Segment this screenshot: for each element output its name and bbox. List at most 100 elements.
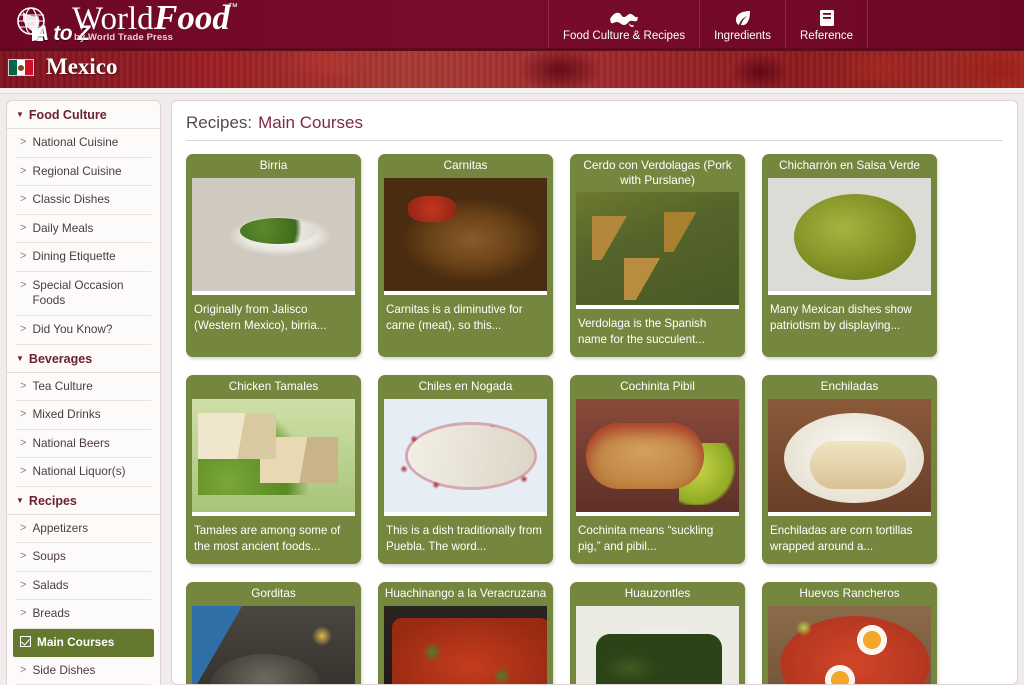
sidebar-item-label: Special Occasion Foods: [32, 277, 124, 308]
chevron-right-icon: >: [20, 607, 27, 620]
sidebar-item-national-beers[interactable]: > National Beers: [16, 430, 151, 459]
recipe-card-description: Carnitas is a diminutive for carne (meat…: [386, 302, 523, 332]
recipe-card[interactable]: Cerdo con Verdolagas (Pork with Purslane…: [570, 154, 745, 358]
sidebar-item-special-occasion-foods[interactable]: > Special Occasion Foods: [16, 272, 151, 316]
sidebar-item-label: National Beers: [32, 435, 110, 450]
chevron-right-icon: >: [20, 663, 27, 676]
recipe-card[interactable]: Chicharrón en Salsa Verde Many Mexican di…: [762, 154, 937, 358]
recipe-card-image: [576, 605, 739, 684]
sidebar-item-classic-dishes[interactable]: > Classic Dishes: [16, 186, 151, 215]
recipe-card[interactable]: HuauzontlesA gourmet dish often paid hom…: [570, 582, 745, 684]
page-body: ▼ Food Culture > National Cuisine > Regional …: [0, 94, 1024, 685]
sidebar-item-dining-etiquette[interactable]: > Dining Etiquette: [16, 243, 151, 272]
nav-tab-ingredients[interactable]: Ingredients: [699, 0, 785, 48]
sidebar-item-daily-meals[interactable]: > Daily Meals: [16, 215, 151, 244]
sidebar-item-main-courses[interactable]: Main Courses: [13, 629, 154, 657]
sidebar-item-did-you-know[interactable]: > Did You Know?: [16, 316, 151, 345]
sidebar-item-label: Side Dishes: [32, 662, 96, 677]
sidebar-item-side-dishes[interactable]: > Side Dishes: [16, 657, 151, 685]
chevron-right-icon: >: [20, 550, 27, 563]
recipe-card-title: Chiles en Nogada: [418, 379, 513, 394]
country-name: Mexico: [46, 54, 118, 79]
chevron-right-icon: >: [20, 436, 27, 449]
chevron-down-icon: ▼: [16, 353, 24, 363]
site-logo[interactable]: A to Z World Food ™ by World Trade Press: [6, 0, 238, 48]
sidebar-item-national-cuisine[interactable]: > National Cuisine: [16, 129, 151, 158]
sidebar-item-label: Appetizers: [32, 520, 89, 535]
recipe-card-title: Huevos Rancheros: [799, 586, 900, 601]
nav-tab-food-culture-recipes[interactable]: Food Culture & Recipes: [548, 0, 699, 48]
recipe-card-image: [192, 399, 355, 517]
checkbox-checked-icon: [20, 636, 31, 647]
sidebar-item-breads[interactable]: > Breads: [16, 600, 151, 629]
recipe-card[interactable]: Huachinango a la VeracruzanaVeracruz is …: [378, 582, 553, 684]
sidebar-item-label: Classic Dishes: [32, 192, 110, 207]
recipe-card-image: [192, 605, 355, 684]
chevron-right-icon: >: [20, 379, 27, 392]
chevron-right-icon: >: [20, 250, 27, 263]
chevron-right-icon: >: [20, 578, 27, 591]
chevron-down-icon: ▼: [16, 110, 24, 119]
recipe-card-image: [768, 177, 931, 295]
sidebar-section-beverages[interactable]: ▼ Beverages: [7, 344, 160, 373]
recipe-card-title: Gorditas: [251, 586, 296, 601]
sidebar-navigation: ▼ Food Culture > National Cuisine > Regional …: [6, 100, 161, 685]
recipe-card[interactable]: Chicken Tamales Tamales are among some of…: [186, 375, 361, 565]
sidebar-item-label: Mixed Drinks: [32, 407, 101, 422]
sidebar-item-mixed-drinks[interactable]: > Mixed Drinks: [16, 401, 151, 430]
recipe-card-description: Originally from Jalisco (Western Mexico)…: [194, 302, 327, 332]
sidebar-section-food-culture[interactable]: ▼ Food Culture: [7, 101, 160, 129]
sidebar-item-tea-culture[interactable]: > Tea Culture: [16, 373, 151, 402]
country-banner: Mexico: [0, 48, 1024, 88]
chevron-right-icon: >: [20, 465, 27, 478]
sidebar-section-label: Recipes: [28, 493, 77, 508]
sidebar-item-label: Regional Cuisine: [32, 163, 122, 178]
banner-texture: [0, 48, 1024, 88]
recipe-card-title: Enchiladas: [820, 379, 879, 394]
sidebar-item-label: National Liquor(s): [32, 464, 126, 479]
chevron-right-icon: >: [20, 193, 27, 206]
sidebar-item-label: Dining Etiquette: [32, 249, 116, 264]
logo-trademark-symbol: ™: [228, 2, 238, 13]
sidebar-section-label: Food Culture: [28, 108, 107, 122]
recipe-card[interactable]: Chiles en Nogada This is a dish tradition…: [378, 375, 553, 565]
recipe-card[interactable]: Carnitas Carnitas is a diminutive for car…: [378, 154, 553, 358]
sidebar-item-appetizers[interactable]: > Appetizers: [16, 515, 151, 544]
recipe-card-description: Many Mexican dishes show patriotism by d…: [770, 302, 912, 332]
recipe-card-title: Cerdo con Verdolagas (Pork with Purslane…: [583, 158, 732, 187]
sidebar-section-label: Beverages: [28, 351, 93, 366]
sidebar-item-national-liquor-s[interactable]: > National Liquor(s): [16, 458, 151, 487]
recipe-card-title: Birria: [259, 158, 288, 172]
recipe-card-description: Cochinita means “suckling pig,” and pibi…: [578, 524, 714, 554]
mexico-flag-icon: [8, 59, 34, 76]
sidebar-item-regional-cuisine[interactable]: > Regional Cuisine: [16, 158, 151, 187]
recipe-card[interactable]: Cochinita Pibil Cochinita means “suckling…: [570, 375, 745, 565]
recipe-card[interactable]: Birria Originally from Jalisco (Western M…: [186, 154, 361, 358]
recipe-card-title: Carnitas: [443, 158, 488, 172]
sidebar-item-salads[interactable]: > Salads: [16, 572, 151, 601]
recipe-card-description: Enchiladas are corn tortillas wrapped ar…: [770, 524, 913, 554]
recipe-card-image: [192, 177, 355, 295]
recipe-card[interactable]: GorditasGorditas are a thick, Mexican...: [186, 582, 361, 684]
chevron-right-icon: >: [20, 221, 27, 234]
nav-tab-label: Reference: [800, 30, 854, 42]
sidebar-section-recipes[interactable]: ▼ Recipes: [7, 486, 160, 515]
logo-tagline: by World Trade Press: [74, 32, 173, 43]
chevron-right-icon: >: [20, 322, 27, 335]
recipe-card-description: Tamales are among some of the most ancie…: [194, 524, 341, 554]
recipe-card-title: Huauzontles: [624, 586, 691, 601]
sidebar-item-label: Tea Culture: [32, 378, 93, 393]
sidebar-item-soups[interactable]: > Soups: [16, 543, 151, 572]
page-title-category: Main Courses: [258, 113, 364, 132]
chevron-right-icon: >: [20, 278, 27, 291]
recipe-card[interactable]: Huevos RancherosHuevos rancheros, or ran…: [762, 582, 937, 684]
recipe-card-image: [768, 399, 931, 517]
recipe-card-description: Verdolaga is the Spanish name for the su…: [578, 317, 707, 347]
recipe-card-image: [576, 192, 739, 310]
page-title-prefix: Recipes:: [186, 113, 253, 132]
recipe-card-image: [384, 605, 547, 684]
top-header-bar: A to Z World Food ™ by World Trade Press…: [0, 0, 1024, 48]
nav-tab-reference[interactable]: Reference: [785, 0, 869, 48]
recipe-card-title: Cochinita Pibil: [620, 379, 695, 394]
recipe-card[interactable]: Enchiladas Enchiladas are corn tortillas …: [762, 375, 937, 565]
